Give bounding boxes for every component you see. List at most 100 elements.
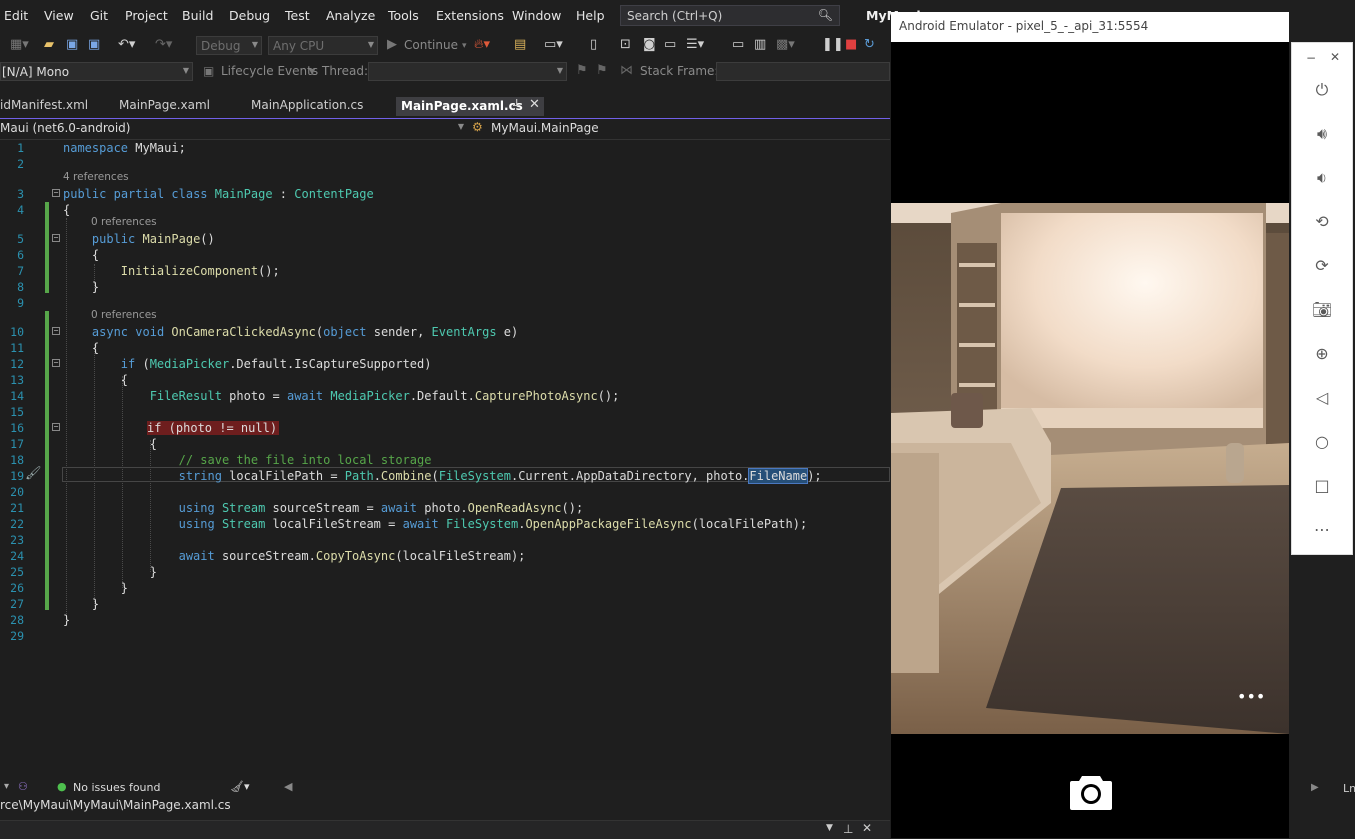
fold-toggle[interactable]: − [52,189,60,197]
code-line[interactable]: string localFilePath = Path.Combine(File… [63,468,822,484]
code-editor[interactable]: − − − − − 4 references 0 references 0 re… [0,140,890,780]
quick-actions-icon[interactable]: 🖌︎ [25,466,42,481]
new-project-icon[interactable]: ▦▾ [10,37,29,52]
zoom-icon[interactable]: ⊕ [1309,341,1335,367]
tab-mainpage-xaml[interactable]: MainPage.xaml [119,98,210,116]
power-icon[interactable]: ⏻ [1309,77,1335,103]
step-icon[interactable]: ⊡ [620,37,631,52]
platform-dropdown[interactable]: Any CPU ▼ [268,36,378,55]
code-line[interactable]: await sourceStream.CopyToAsync(localFile… [63,549,526,563]
code-line[interactable]: { [63,437,157,451]
code-line[interactable]: // save the file into local storage [63,453,432,467]
configuration-dropdown[interactable]: Debug ▼ [196,36,262,55]
minimize-icon[interactable]: − [1306,51,1316,65]
menu-extensions[interactable]: Extensions [436,8,504,23]
overview-icon[interactable]: □ [1309,473,1335,499]
monitor-icon[interactable]: ▭ [732,37,744,52]
menu-analyze[interactable]: Analyze [326,8,375,23]
continue-icon[interactable]: ▶ [387,37,397,52]
code-line[interactable]: namespace MyMaui; [63,141,186,155]
pause-icon[interactable]: ❚❚ [822,37,844,52]
code-line[interactable]: } [63,280,99,294]
device-icon[interactable]: ▯ [590,37,597,52]
open-folder-icon[interactable]: ▰ [44,37,54,52]
project-dropdown[interactable]: Maui (net6.0-android) ▼ [0,119,467,139]
code-line[interactable]: if (photo != null) [147,421,280,435]
flag-icon[interactable]: ⚑ [576,63,588,78]
code-line[interactable]: InitializeComponent(); [63,264,280,278]
code-line[interactable]: public partial class MainPage : ContentP… [63,187,374,201]
codelens-references[interactable]: 0 references [91,309,157,321]
menu-build[interactable]: Build [182,8,213,23]
menu-edit[interactable]: Edit [4,8,28,23]
code-line[interactable]: } [63,581,128,595]
console-icon[interactable]: ▭ [664,37,676,52]
copilot-icon[interactable]: ⚇ [18,780,28,793]
threads-icon[interactable]: ▩▾ [776,37,795,52]
issues-status[interactable]: No issues found [73,781,160,794]
code-line[interactable]: } [63,565,157,579]
rotate-right-icon[interactable]: ⟳ [1309,253,1335,279]
code-line[interactable]: FileResult photo = await MediaPicker.Def… [63,389,620,403]
scroll-right-icon[interactable]: ▶ [1311,782,1319,793]
hide-frames-icon[interactable]: ⋈ [620,63,633,78]
home-icon[interactable]: ○ [1309,429,1335,455]
codelens-references[interactable]: 4 references [63,171,129,183]
pin-icon[interactable]: ⊥ [843,822,853,836]
member-dropdown[interactable]: MyMaui.MainPage [491,121,599,135]
flag-all-icon[interactable]: ⚑ [596,63,608,78]
menu-test[interactable]: Test [285,8,310,23]
camera-button[interactable] [1068,772,1114,812]
menu-debug[interactable]: Debug [229,8,270,23]
back-icon[interactable]: ◁ [1309,385,1335,411]
chevron-down-icon[interactable]: ▾ [4,781,9,792]
code-line[interactable]: async void OnCameraClickedAsync(object s… [63,325,518,339]
rotate-left-icon[interactable]: ⟲ [1309,209,1335,235]
tab-mainapplication[interactable]: MainApplication.cs [251,98,363,116]
volume-down-icon[interactable]: 🔉︎ [1309,165,1335,191]
code-line[interactable]: using Stream sourceStream = await photo.… [63,501,584,515]
emulator-title-bar[interactable]: Android Emulator - pixel_5_-_api_31:5554 [891,12,1289,42]
codelens-references[interactable]: 0 references [91,216,157,228]
code-line[interactable]: } [63,597,99,611]
close-icon[interactable]: ✕ [862,821,872,835]
stop-icon[interactable]: ■ [845,37,857,52]
lifecycle-events-button[interactable]: Lifecycle Events [221,64,318,78]
stack-frame-dropdown[interactable] [716,62,890,81]
tab-android-manifest[interactable]: idManifest.xml [0,98,88,116]
volume-up-icon[interactable]: 🔊︎ [1309,121,1335,147]
menu-window[interactable]: Window [512,8,561,23]
chevron-down-icon[interactable]: ▼ [826,823,833,833]
split-icon[interactable]: ▥ [754,37,766,52]
more-options-icon[interactable]: ••• [1237,687,1267,707]
pin-icon[interactable]: ⊥ [512,98,521,109]
code-line[interactable]: public MainPage() [63,232,215,246]
menu-tools[interactable]: Tools [388,8,419,23]
redo-icon[interactable]: ↷▾ [155,37,172,52]
menu-project[interactable]: Project [125,8,168,23]
cleanup-icon[interactable]: 🧹︎▾ [230,780,250,793]
menu-help[interactable]: Help [576,8,605,23]
menu-view[interactable]: View [44,8,74,23]
process-dropdown[interactable]: [N/A] Mono ▼ [0,62,193,81]
fold-toggle[interactable]: − [52,234,60,242]
fold-toggle[interactable]: − [52,423,60,431]
save-all-icon[interactable]: ▣ [88,37,100,52]
hot-reload-icon[interactable]: 🔥︎▾ [474,37,490,52]
fold-toggle[interactable]: − [52,359,60,367]
tab-mainpage-xaml-cs[interactable]: MainPage.xaml.cs ⊥ ✕ [396,97,544,116]
camera-preview[interactable] [891,203,1289,734]
save-icon[interactable]: ▣ [66,37,78,52]
code-line[interactable]: } [63,613,70,627]
code-line[interactable]: if (MediaPicker.Default.IsCaptureSupport… [63,357,432,371]
thread-dropdown[interactable]: ▼ [368,62,567,81]
scroll-left-icon[interactable]: ◀ [284,780,292,793]
format-icon[interactable]: ☰▾ [686,37,704,52]
code-line[interactable]: { [63,203,70,217]
menu-git[interactable]: Git [90,8,108,23]
fold-toggle[interactable]: − [52,327,60,335]
code-line[interactable]: { [63,341,99,355]
restart-icon[interactable]: ↻ [864,37,875,52]
browse-folder-icon[interactable]: ▤ [514,37,526,52]
code-line[interactable]: { [63,373,128,387]
